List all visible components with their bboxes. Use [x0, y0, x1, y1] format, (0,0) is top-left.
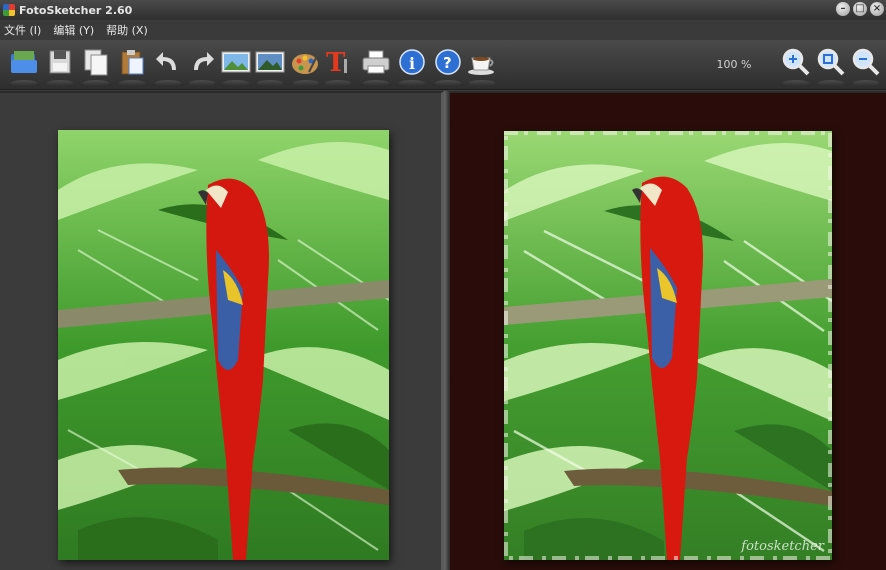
window-title: FotoSketcher 2.60	[19, 3, 133, 17]
zoom-out-icon	[852, 48, 880, 76]
toolbar: T i ? 100 %	[0, 40, 886, 90]
redo-icon	[194, 52, 214, 70]
landscape-button[interactable]	[220, 46, 252, 86]
info-icon: i	[399, 49, 425, 75]
landscape-icon	[221, 51, 251, 73]
help-icon: ?	[435, 49, 461, 75]
zoom-out-button[interactable]	[850, 46, 882, 86]
painted-result-photo: fotosketcher	[504, 131, 832, 560]
menu-bar: 文件 (I) 编辑 (Y) 帮助 (X)	[0, 20, 886, 40]
copy-icon	[84, 49, 108, 76]
landscape-alt-icon	[255, 51, 285, 73]
svg-text:i: i	[409, 54, 415, 73]
minimize-button[interactable]: –	[836, 2, 850, 16]
palette-icon	[292, 51, 320, 74]
coffee-icon	[468, 57, 494, 75]
menu-edit[interactable]: 编辑 (Y)	[53, 22, 94, 38]
close-button[interactable]: ×	[870, 2, 884, 16]
text-icon: T	[326, 48, 347, 77]
undo-icon	[156, 52, 176, 70]
result-image-pane[interactable]: fotosketcher	[450, 91, 886, 570]
help-button[interactable]: ?	[432, 46, 464, 86]
zoom-in-button[interactable]	[780, 46, 812, 86]
svg-text:?: ?	[443, 54, 452, 72]
save-icon	[49, 50, 71, 74]
palette-button[interactable]	[290, 46, 322, 86]
original-image-pane[interactable]	[0, 91, 444, 570]
landscape-alt-button[interactable]	[254, 46, 286, 86]
svg-text:T: T	[326, 48, 346, 77]
paste-icon	[121, 50, 144, 75]
info-button[interactable]: i	[396, 46, 428, 86]
maximize-button[interactable]: □	[853, 2, 867, 16]
text-button[interactable]: T	[322, 46, 354, 86]
copy-button[interactable]	[80, 46, 112, 86]
print-icon	[362, 50, 390, 74]
app-logo-icon	[3, 4, 15, 16]
app-window: FotoSketcher 2.60 – □ × 文件 (I) 编辑 (Y) 帮助…	[0, 0, 886, 570]
redo-button[interactable]	[186, 46, 218, 86]
save-button[interactable]	[44, 46, 76, 86]
zoom-fit-button[interactable]	[815, 46, 847, 86]
paste-button[interactable]	[116, 46, 148, 86]
donate-coffee-button[interactable]	[466, 46, 498, 86]
artist-signature: fotosketcher	[741, 539, 824, 554]
undo-button[interactable]	[152, 46, 184, 86]
zoom-level: 100 %	[716, 58, 752, 71]
menu-help[interactable]: 帮助 (X)	[106, 22, 148, 38]
title-bar[interactable]: FotoSketcher 2.60 – □ ×	[0, 0, 886, 20]
open-folder-icon	[11, 51, 37, 73]
print-button[interactable]	[360, 46, 392, 86]
open-folder-button[interactable]	[8, 46, 40, 86]
zoom-in-icon	[782, 48, 810, 76]
original-photo	[58, 130, 389, 560]
menu-file[interactable]: 文件 (I)	[4, 22, 41, 38]
zoom-fit-icon	[817, 48, 845, 76]
